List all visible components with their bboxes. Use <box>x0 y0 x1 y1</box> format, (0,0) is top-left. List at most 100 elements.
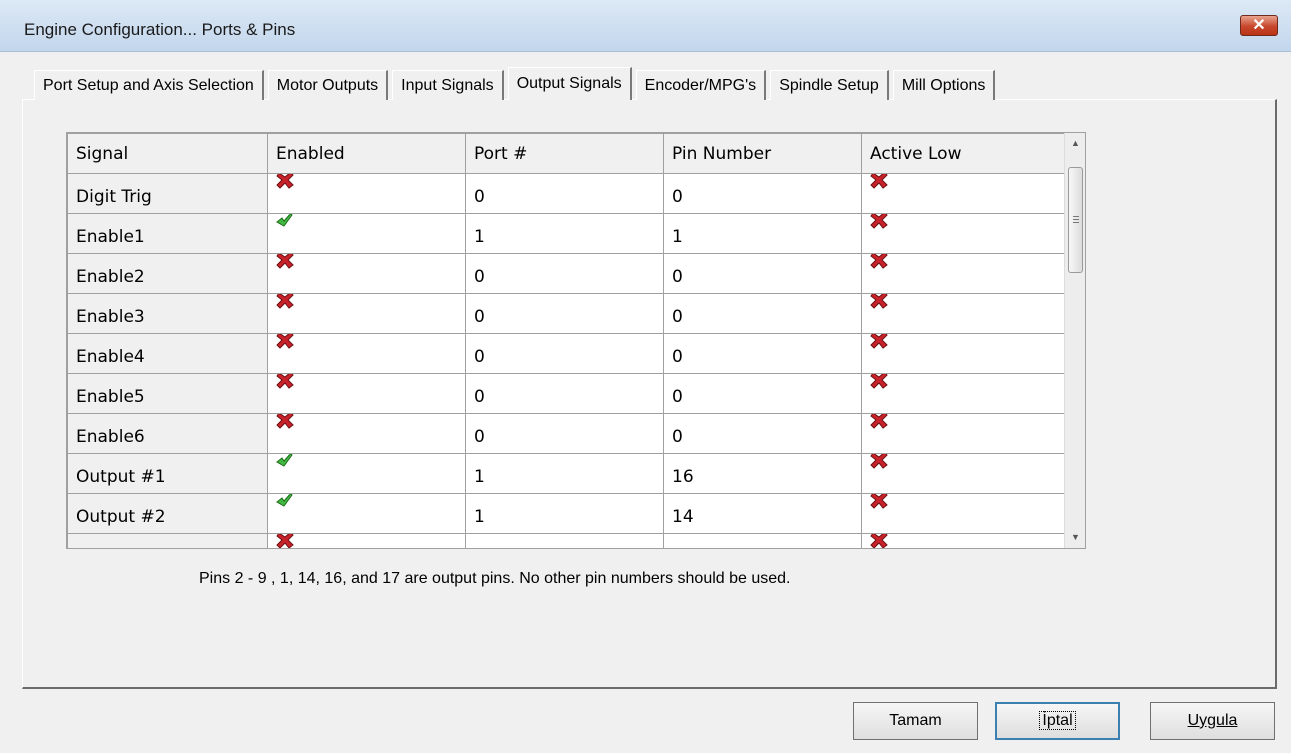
window-title: Engine Configuration... Ports & Pins <box>24 20 296 39</box>
tab-mill-options[interactable]: Mill Options <box>892 70 996 100</box>
port-cell[interactable]: 0 <box>465 173 664 214</box>
pin-number-cell[interactable]: 0 <box>663 413 862 454</box>
enabled-cell[interactable] <box>267 533 466 548</box>
tab-input-signals[interactable]: Input Signals <box>392 70 504 100</box>
active-low-cell[interactable] <box>861 253 1065 294</box>
enabled-cell[interactable] <box>267 253 466 294</box>
port-cell[interactable]: 0 <box>465 533 664 548</box>
column-header-enabled[interactable]: Enabled <box>267 133 466 174</box>
column-header-pin-number[interactable]: Pin Number <box>663 133 862 174</box>
pin-number-cell[interactable]: 0 <box>663 333 862 374</box>
active-low-cell[interactable] <box>861 373 1065 414</box>
column-header-signal[interactable]: Signal <box>67 133 268 174</box>
table-row[interactable]: Output #3 00 <box>67 533 1065 548</box>
output-pins-note: Pins 2 - 9 , 1, 14, 16, and 17 are outpu… <box>199 570 791 587</box>
port-cell[interactable]: 1 <box>465 453 664 494</box>
pin-number-cell[interactable]: 16 <box>663 453 862 494</box>
table-row[interactable]: Output #2 1 14 <box>67 493 1065 534</box>
pin-number-cell[interactable]: 0 <box>663 373 862 414</box>
signal-cell[interactable]: Output #3 <box>67 533 268 548</box>
header-row: Signal Enabled Port # Pin Number Active … <box>67 133 1065 174</box>
apply-button[interactable]: Uygula <box>1150 702 1275 740</box>
cross-icon <box>276 334 294 350</box>
tab-output-signals[interactable]: Output Signals <box>507 67 632 100</box>
enabled-cell[interactable] <box>267 373 466 414</box>
table-row[interactable]: Enable1 1 1 <box>67 213 1065 254</box>
table-row[interactable]: Enable6 0 0 <box>67 413 1065 454</box>
enabled-cell[interactable] <box>267 213 466 254</box>
signal-cell[interactable]: Enable3 <box>67 293 268 334</box>
active-low-cell[interactable] <box>861 333 1065 374</box>
pin-number-cell[interactable]: 14 <box>663 493 862 534</box>
pin-number-cell[interactable]: 0 <box>663 533 862 548</box>
active-low-cell[interactable] <box>861 213 1065 254</box>
active-low-cell[interactable] <box>861 173 1065 214</box>
cross-icon <box>276 414 294 430</box>
enabled-cell[interactable] <box>267 333 466 374</box>
pin-number-cell[interactable]: 0 <box>663 173 862 214</box>
active-low-cell[interactable] <box>861 453 1065 494</box>
cross-icon <box>870 214 888 230</box>
cross-icon <box>276 294 294 310</box>
signal-cell[interactable]: Enable4 <box>67 333 268 374</box>
cancel-button[interactable]: İptal <box>995 702 1120 740</box>
active-low-cell[interactable] <box>861 533 1065 548</box>
close-button[interactable]: ✕ <box>1240 15 1278 36</box>
table-row[interactable]: Enable4 0 0 <box>67 333 1065 374</box>
signal-cell[interactable]: Output #2 <box>67 493 268 534</box>
scroll-down-arrow-icon[interactable]: ▼ <box>1065 527 1085 548</box>
port-cell[interactable]: 0 <box>465 293 664 334</box>
tab-port-setup[interactable]: Port Setup and Axis Selection <box>34 70 264 100</box>
port-cell[interactable]: 0 <box>465 373 664 414</box>
port-cell[interactable]: 0 <box>465 253 664 294</box>
pin-number-cell[interactable]: 0 <box>663 253 862 294</box>
title-bar[interactable]: Engine Configuration... Ports & Pins ✕ <box>0 0 1291 52</box>
output-signals-grid[interactable]: Signal Enabled Port # Pin Number Active … <box>66 132 1086 549</box>
tab-motor-outputs[interactable]: Motor Outputs <box>267 70 389 100</box>
signal-cell[interactable]: Enable2 <box>67 253 268 294</box>
scrollbar-thumb[interactable] <box>1068 167 1083 273</box>
signal-cell[interactable]: Digit Trig <box>67 173 268 214</box>
enabled-cell[interactable] <box>267 173 466 214</box>
cross-icon <box>870 294 888 310</box>
cross-icon <box>870 534 888 548</box>
tab-spindle-setup[interactable]: Spindle Setup <box>770 70 889 100</box>
active-low-cell[interactable] <box>861 293 1065 334</box>
table-row[interactable]: Enable5 0 0 <box>67 373 1065 414</box>
enabled-cell[interactable] <box>267 453 466 494</box>
port-cell[interactable]: 0 <box>465 333 664 374</box>
enabled-cell[interactable] <box>267 493 466 534</box>
checkmark-icon <box>276 494 294 510</box>
table-row[interactable]: Output #1 1 16 <box>67 453 1065 494</box>
ok-button[interactable]: Tamam <box>853 702 978 740</box>
enabled-cell[interactable] <box>267 413 466 454</box>
column-header-port[interactable]: Port # <box>465 133 664 174</box>
pin-number-cell[interactable]: 0 <box>663 293 862 334</box>
checkmark-icon <box>276 454 294 470</box>
port-cell[interactable]: 0 <box>465 413 664 454</box>
signal-cell[interactable]: Enable1 <box>67 213 268 254</box>
vertical-scrollbar[interactable]: ▲ ▼ <box>1064 133 1085 548</box>
column-header-active-low[interactable]: Active Low <box>861 133 1065 174</box>
signal-cell[interactable]: Enable5 <box>67 373 268 414</box>
signals-table: Signal Enabled Port # Pin Number Active … <box>67 133 1065 548</box>
port-cell[interactable]: 1 <box>465 493 664 534</box>
cross-icon <box>870 374 888 390</box>
scroll-up-arrow-icon[interactable]: ▲ <box>1065 133 1085 154</box>
table-row[interactable]: Digit Trig 0 0 <box>67 173 1065 214</box>
enabled-cell[interactable] <box>267 293 466 334</box>
cross-icon <box>870 414 888 430</box>
cross-icon <box>870 494 888 510</box>
pin-number-cell[interactable]: 1 <box>663 213 862 254</box>
signal-cell[interactable]: Enable6 <box>67 413 268 454</box>
checkmark-icon <box>276 214 294 230</box>
active-low-cell[interactable] <box>861 413 1065 454</box>
cross-icon <box>276 174 294 190</box>
table-row[interactable]: Enable3 0 0 <box>67 293 1065 334</box>
port-cell[interactable]: 1 <box>465 213 664 254</box>
table-row[interactable]: Enable2 0 0 <box>67 253 1065 294</box>
cross-icon <box>276 534 294 548</box>
active-low-cell[interactable] <box>861 493 1065 534</box>
tab-encoder-mpg[interactable]: Encoder/MPG's <box>635 70 767 100</box>
signal-cell[interactable]: Output #1 <box>67 453 268 494</box>
